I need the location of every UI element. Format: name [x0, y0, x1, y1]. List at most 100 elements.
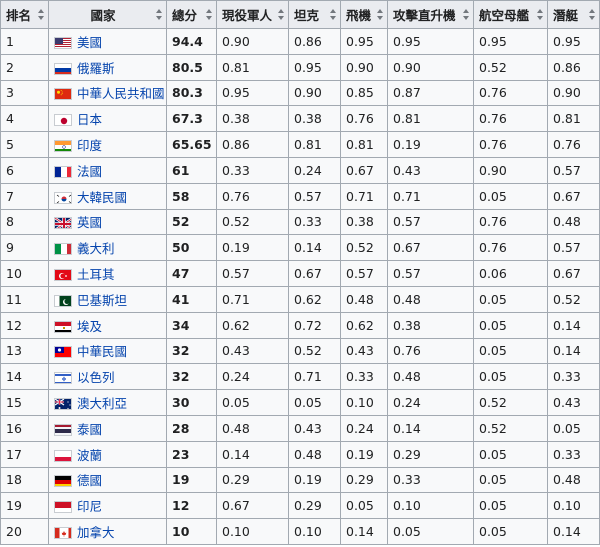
sort-icon[interactable] [156, 9, 163, 20]
flag-pakistan-icon[interactable] [54, 294, 72, 307]
aircraft-header[interactable]: 飛機 [340, 0, 388, 29]
aircraft-carriers-header[interactable]: 航空母艦 [473, 0, 548, 29]
tanks-cell: 0.95 [288, 53, 341, 81]
score-cell: 80.3 [166, 79, 217, 107]
country-link[interactable]: 加拿大 [77, 525, 115, 540]
flag-israel-icon[interactable] [54, 372, 72, 385]
table-row: 5 印度 65.65 0.86 0.81 0.81 0.19 0.76 0.76 [0, 131, 600, 158]
table-row: 3 中華人民共和國 80.3 0.95 0.90 0.85 0.87 0.76 0.90 [0, 79, 600, 107]
aircraft-header-label: 飛機 [346, 8, 372, 23]
country-link[interactable]: 中華民國 [77, 344, 127, 359]
flag-egypt-icon[interactable] [54, 320, 72, 333]
country-link[interactable]: 義大利 [77, 241, 115, 256]
country-link[interactable]: 以色列 [77, 370, 115, 385]
flag-russia-icon[interactable] [54, 62, 72, 75]
score-cell: 10 [166, 518, 217, 545]
score-header[interactable]: 總分 [166, 0, 217, 29]
sort-icon[interactable] [206, 9, 213, 20]
flag-canada-icon[interactable] [54, 527, 72, 540]
country-link[interactable]: 俄羅斯 [77, 61, 115, 76]
aircraft-carriers-cell: 0.95 [473, 28, 548, 55]
rank-cell: 2 [0, 53, 49, 81]
sort-icon[interactable] [589, 9, 596, 20]
country-link[interactable]: 大韓民國 [77, 190, 127, 205]
sort-icon[interactable] [38, 9, 45, 20]
attack-helicopters-header[interactable]: 攻擊直升機 [387, 0, 474, 29]
rank-header[interactable]: 排名 [0, 0, 49, 29]
sort-icon[interactable] [377, 9, 384, 20]
flag-usa-icon[interactable] [54, 36, 72, 49]
country-link[interactable]: 泰國 [77, 422, 102, 437]
attack-helicopters-cell: 0.48 [387, 363, 474, 391]
active-personnel-cell: 0.33 [216, 156, 289, 184]
country-link[interactable]: 德國 [77, 473, 102, 488]
table-row: 11 巴基斯坦 41 0.71 0.62 0.48 0.48 0.05 0.52 [0, 285, 600, 313]
country-link[interactable]: 土耳其 [77, 267, 115, 282]
aircraft-carriers-cell: 0.76 [473, 131, 548, 158]
country-link[interactable]: 日本 [77, 112, 102, 127]
sort-icon[interactable] [537, 9, 544, 20]
flag-australia-icon[interactable] [54, 398, 72, 411]
table-row: 19 印尼 12 0.67 0.29 0.05 0.10 0.05 0.10 [0, 492, 600, 520]
submarines-cell: 0.33 [547, 363, 600, 391]
country-link[interactable]: 中華人民共和國 [77, 86, 165, 101]
country-link[interactable]: 巴基斯坦 [77, 293, 127, 308]
submarines-cell: 0.86 [547, 53, 600, 81]
submarines-cell: 0.48 [547, 466, 600, 494]
attack-helicopters-cell: 0.71 [387, 182, 474, 210]
tanks-header-label: 坦克 [294, 8, 320, 23]
tanks-header[interactable]: 坦克 [288, 0, 341, 29]
flag-france-icon[interactable] [54, 165, 72, 178]
flag-poland-icon[interactable] [54, 449, 72, 462]
flag-turkey-icon[interactable] [54, 269, 72, 282]
active-personnel-header[interactable]: 現役軍人 [216, 0, 289, 29]
active-personnel-cell: 0.48 [216, 414, 289, 442]
submarines-cell: 0.81 [547, 105, 600, 133]
aircraft-carriers-cell: 0.90 [473, 156, 548, 184]
country-link[interactable]: 美國 [77, 35, 102, 50]
flag-south-korea-icon[interactable] [54, 191, 72, 204]
flag-germany-icon[interactable] [54, 475, 72, 488]
active-personnel-cell: 0.10 [216, 518, 289, 545]
tanks-cell: 0.14 [288, 234, 341, 262]
country-link[interactable]: 英國 [77, 215, 102, 230]
tanks-cell: 0.19 [288, 466, 341, 494]
country-cell: 中華民國 [48, 337, 167, 365]
submarines-cell: 0.14 [547, 337, 600, 365]
country-header[interactable]: 國家 [48, 0, 167, 29]
rank-cell: 5 [0, 131, 49, 158]
country-cell: 以色列 [48, 363, 167, 391]
active-personnel-cell: 0.29 [216, 466, 289, 494]
active-personnel-cell: 0.90 [216, 28, 289, 55]
table-header-row: 排名 國家 總分 現役軍人 坦克 飛機 攻擊直升機 航空母艦 潛艇 [0, 0, 600, 29]
sort-icon[interactable] [278, 9, 285, 20]
rank-cell: 20 [0, 518, 49, 545]
flag-china-icon[interactable] [54, 88, 72, 101]
country-link[interactable]: 澳大利亞 [77, 396, 127, 411]
country-link[interactable]: 印尼 [77, 499, 102, 514]
country-link[interactable]: 埃及 [77, 319, 102, 334]
submarines-header[interactable]: 潛艇 [547, 0, 600, 29]
country-cell: 土耳其 [48, 260, 167, 287]
table-row: 18 德國 19 0.29 0.19 0.29 0.33 0.05 0.48 [0, 466, 600, 494]
active-personnel-cell: 0.52 [216, 208, 289, 236]
flag-india-icon[interactable] [54, 140, 72, 153]
flag-uk-icon[interactable] [54, 217, 72, 230]
rank-cell: 15 [0, 389, 49, 416]
country-link[interactable]: 法國 [77, 164, 102, 179]
flag-indonesia-icon[interactable] [54, 501, 72, 514]
flag-japan-icon[interactable] [54, 114, 72, 127]
flag-italy-icon[interactable] [54, 243, 72, 256]
flag-taiwan-icon[interactable] [54, 346, 72, 359]
country-link[interactable]: 印度 [77, 138, 102, 153]
rank-cell: 18 [0, 466, 49, 494]
flag-thailand-icon[interactable] [54, 423, 72, 436]
sort-icon[interactable] [330, 9, 337, 20]
rank-cell: 4 [0, 105, 49, 133]
country-link[interactable]: 波蘭 [77, 448, 102, 463]
tanks-cell: 0.81 [288, 131, 341, 158]
sort-icon[interactable] [463, 9, 470, 20]
aircraft-cell: 0.29 [340, 466, 388, 494]
score-cell: 80.5 [166, 53, 217, 81]
aircraft-carriers-cell: 0.05 [473, 440, 548, 468]
